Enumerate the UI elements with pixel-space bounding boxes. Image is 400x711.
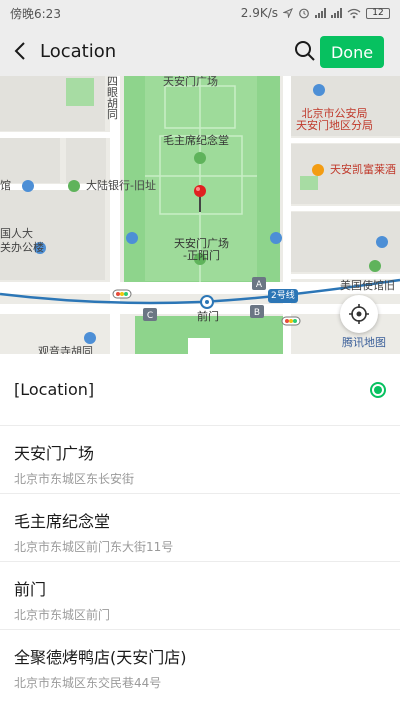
map-view[interactable]: A B C 四眼胡同 天安门广场 毛主席纪念堂 大陆银行-旧址 馆 国人大 关办…: [0, 76, 400, 354]
map-label-bank: 大陆银行-旧址: [86, 179, 156, 192]
map-label-renda: 国人大: [0, 227, 33, 240]
place-address: 北京市东城区前门: [14, 608, 111, 622]
map-label-bottom-partial: 观音寺胡同: [38, 345, 93, 355]
signal-icon-2: [331, 8, 342, 18]
places-list: [Location] 天安门广场 北京市东城区东长安街 毛主席纪念堂 北京市东城…: [0, 354, 400, 698]
place-item[interactable]: 天安门广场 北京市东城区东长安街: [0, 426, 400, 494]
location-arrow-icon: [283, 8, 293, 18]
svg-text:A: A: [256, 280, 263, 290]
svg-text:C: C: [147, 311, 153, 321]
map-label-office: 关办公楼: [0, 241, 44, 254]
battery-icon: 12: [366, 7, 390, 19]
place-name: 全聚德烤鸭店(天安门店): [14, 648, 187, 667]
map-label-zhengyangmen: 天安门广场 -正阳门: [174, 237, 229, 262]
back-arrow-icon: [14, 42, 25, 60]
search-icon: [295, 41, 315, 61]
place-address: 北京市东城区前门东大街11号: [14, 540, 174, 554]
selected-check-icon: [370, 382, 386, 398]
done-button[interactable]: Done: [320, 36, 384, 68]
map-label-tiananmen-square: 天安门广场: [163, 76, 218, 88]
tencent-map-logo: 腾讯地图: [342, 336, 386, 349]
place-name: 前门: [14, 580, 47, 599]
place-address: 北京市东城区东交民巷44号: [14, 676, 162, 690]
locate-me-button[interactable]: [340, 295, 378, 333]
nav-bar: Location Done: [0, 26, 400, 76]
search-button[interactable]: [292, 38, 318, 64]
location-pin-icon: [194, 185, 206, 212]
svg-text:B: B: [254, 308, 260, 318]
map-label-guan: 馆: [0, 179, 11, 192]
map-label-embassy: 美国使馆旧: [340, 279, 395, 292]
place-name: [Location]: [14, 380, 95, 399]
map-label-mausoleum: 毛主席纪念堂: [163, 134, 229, 147]
wifi-icon: [347, 8, 361, 18]
crosshair-icon: [349, 304, 369, 324]
network-speed: 2.9K/s: [240, 6, 278, 20]
place-address: 北京市东城区东长安街: [14, 472, 135, 486]
map-label-hotel: 天安凯富莱酒: [330, 163, 396, 176]
place-item[interactable]: 毛主席纪念堂 北京市东城区前门东大街11号: [0, 494, 400, 562]
place-item-selected[interactable]: [Location]: [0, 354, 400, 426]
status-bar: 傍晚6:23 2.9K/s 12: [0, 0, 400, 26]
map-label-line2: 2号线: [271, 291, 295, 301]
status-icons: 2.9K/s 12: [241, 6, 390, 20]
status-time: 傍晚6:23: [10, 6, 61, 21]
map-label-qianmen: 前门: [197, 310, 219, 323]
place-item[interactable]: 全聚德烤鸭店(天安门店) 北京市东城区东交民巷44号: [0, 630, 400, 698]
signal-icon: [315, 8, 326, 18]
place-name: 毛主席纪念堂: [14, 512, 111, 531]
place-name: 天安门广场: [14, 444, 95, 463]
alarm-icon: [299, 8, 309, 19]
place-item[interactable]: 前门 北京市东城区前门: [0, 562, 400, 630]
back-button[interactable]: [0, 26, 40, 76]
map-label-siyiehutong: 四眼胡同: [107, 76, 118, 121]
map-label-police-bureau: 北京市公安局 天安门地区分局: [296, 107, 373, 132]
page-title: Location: [40, 40, 117, 62]
